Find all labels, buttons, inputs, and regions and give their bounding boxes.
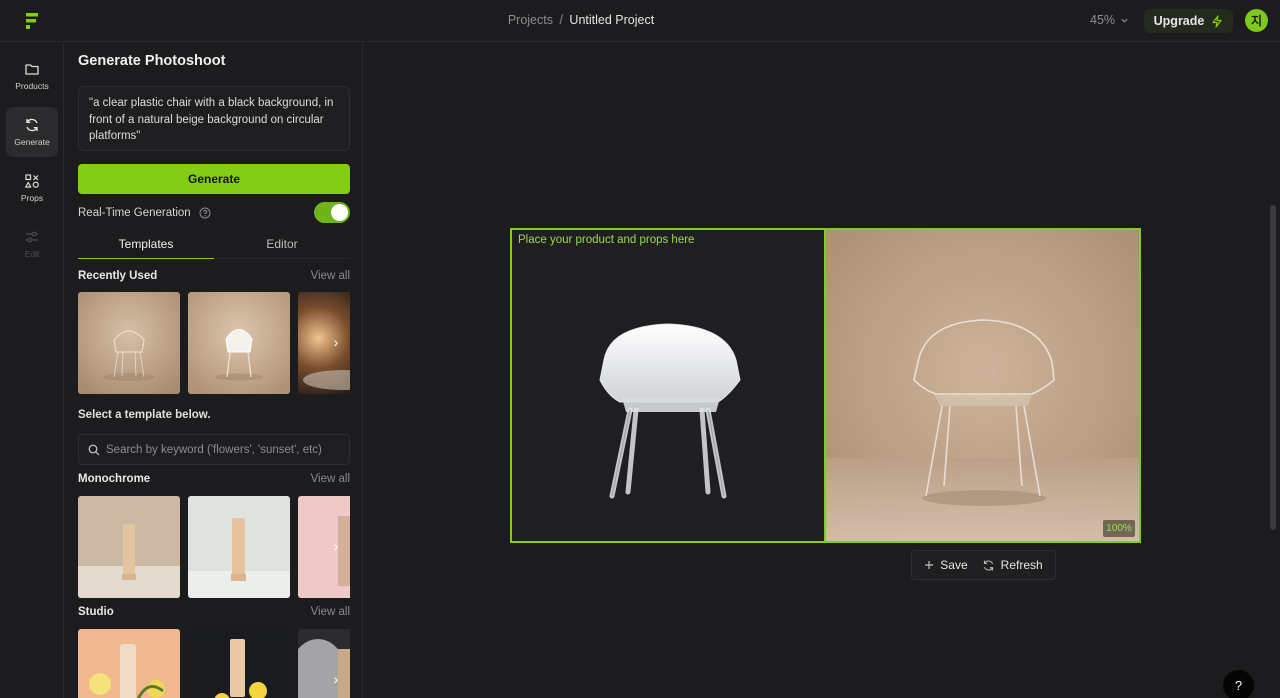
rail-item-props[interactable]: Props bbox=[6, 163, 58, 213]
realtime-toggle[interactable] bbox=[314, 202, 350, 223]
help-circle-icon[interactable] bbox=[199, 207, 211, 219]
canvas-area: Place your product and props here 100% S… bbox=[364, 43, 1268, 698]
top-bar: Projects / Untitled Project 45% Upgrade … bbox=[0, 0, 1280, 42]
chevron-right-icon[interactable]: › bbox=[326, 536, 346, 556]
studio-carousel: › bbox=[78, 629, 350, 698]
help-button[interactable]: ? bbox=[1223, 670, 1254, 698]
product-chair-image[interactable] bbox=[512, 230, 824, 541]
breadcrumb-current-project[interactable]: Untitled Project bbox=[569, 13, 654, 27]
panel-title: Generate Photoshoot bbox=[78, 53, 226, 69]
recently-used-title: Recently Used bbox=[78, 270, 158, 282]
plus-icon bbox=[925, 561, 934, 569]
generate-panel: Generate Photoshoot "a clear plastic cha… bbox=[65, 43, 363, 698]
breadcrumb: Projects / Untitled Project bbox=[0, 13, 1162, 27]
monochrome-title: Monochrome bbox=[78, 473, 151, 485]
studio-view-all[interactable]: View all bbox=[311, 606, 350, 618]
template-thumbnail[interactable] bbox=[188, 292, 290, 394]
generate-button[interactable]: Generate bbox=[78, 164, 350, 194]
result-percent-badge: 100% bbox=[1103, 520, 1135, 537]
toggle-knob bbox=[331, 204, 348, 221]
tab-templates[interactable]: Templates bbox=[78, 237, 214, 259]
generated-photo bbox=[826, 230, 1139, 541]
left-rail: Products Generate Props Edit bbox=[0, 43, 64, 698]
rail-label-products: Products bbox=[15, 81, 49, 91]
template-search-input[interactable] bbox=[106, 443, 346, 456]
studio-title: Studio bbox=[78, 606, 114, 618]
recently-used-carousel: › bbox=[78, 292, 350, 394]
template-search[interactable] bbox=[78, 434, 350, 465]
rail-item-edit[interactable]: Edit bbox=[6, 219, 58, 269]
monochrome-header: Monochrome View all bbox=[78, 473, 350, 489]
panel-tabs: Templates Editor bbox=[78, 231, 350, 259]
zoom-level: 45% bbox=[1090, 13, 1116, 27]
realtime-row: Real-Time Generation bbox=[78, 202, 350, 223]
search-icon bbox=[88, 444, 100, 455]
chevron-down-icon bbox=[1121, 18, 1128, 23]
upgrade-button[interactable]: Upgrade bbox=[1144, 9, 1233, 33]
breadcrumb-separator: / bbox=[559, 13, 563, 27]
sliders-icon bbox=[26, 231, 38, 243]
realtime-label: Real-Time Generation bbox=[78, 207, 191, 219]
rail-label-props: Props bbox=[20, 193, 44, 203]
rail-item-generate[interactable]: Generate bbox=[6, 107, 58, 157]
rail-item-products[interactable]: Products bbox=[6, 51, 58, 101]
upgrade-label: Upgrade bbox=[1153, 14, 1205, 28]
refresh-label: Refresh bbox=[1000, 558, 1043, 572]
refresh-icon bbox=[983, 559, 993, 571]
save-button[interactable]: Save bbox=[924, 558, 968, 572]
result-action-bar: Save Refresh bbox=[911, 550, 1056, 580]
monochrome-view-all[interactable]: View all bbox=[311, 473, 350, 485]
product-placement-frame[interactable]: Place your product and props here bbox=[510, 228, 826, 543]
folder-icon bbox=[25, 64, 39, 75]
save-label: Save bbox=[940, 558, 968, 572]
breadcrumb-projects[interactable]: Projects bbox=[508, 13, 553, 27]
generated-result[interactable]: 100% bbox=[826, 228, 1141, 543]
tab-editor[interactable]: Editor bbox=[214, 237, 350, 259]
monochrome-carousel: › bbox=[78, 496, 350, 598]
chevron-right-icon[interactable]: › bbox=[326, 669, 346, 689]
refresh-button[interactable]: Refresh bbox=[982, 558, 1043, 572]
recently-used-view-all[interactable]: View all bbox=[311, 270, 350, 282]
template-thumbnail[interactable] bbox=[78, 292, 180, 394]
user-avatar[interactable]: 지 bbox=[1245, 9, 1268, 32]
chevron-right-icon[interactable]: › bbox=[326, 332, 346, 352]
canvas-scrollbar[interactable] bbox=[1270, 205, 1276, 530]
template-thumbnail[interactable] bbox=[188, 629, 290, 698]
rail-label-generate: Generate bbox=[14, 137, 50, 147]
template-thumbnail[interactable] bbox=[78, 496, 180, 598]
template-thumbnail[interactable] bbox=[78, 629, 180, 698]
lightning-icon bbox=[1212, 14, 1222, 28]
rail-label-edit: Edit bbox=[24, 249, 40, 259]
recently-used-header: Recently Used View all bbox=[78, 270, 350, 286]
zoom-selector[interactable]: 45% bbox=[1090, 13, 1129, 27]
prompt-input[interactable]: "a clear plastic chair with a black back… bbox=[78, 86, 350, 151]
refresh-icon bbox=[26, 118, 38, 132]
shapes-icon bbox=[25, 174, 39, 188]
select-template-label: Select a template below. bbox=[78, 409, 211, 421]
studio-header: Studio View all bbox=[78, 606, 350, 622]
template-thumbnail[interactable] bbox=[188, 496, 290, 598]
